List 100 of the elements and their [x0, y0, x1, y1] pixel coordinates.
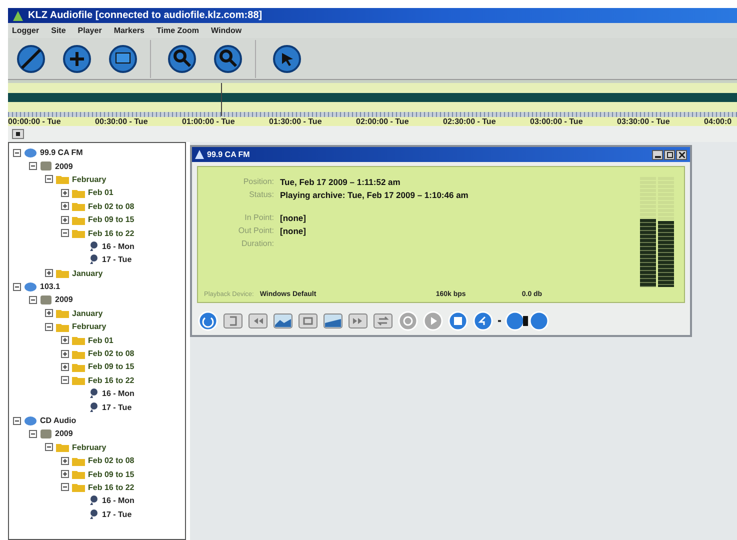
- monitor-icon[interactable]: [108, 44, 138, 74]
- tree-item[interactable]: 16 - Mon: [102, 242, 134, 251]
- tree-item[interactable]: Feb 09 to 15: [88, 470, 134, 479]
- menu-item[interactable]: Site: [51, 26, 66, 35]
- expand-toggle[interactable]: [13, 148, 21, 157]
- expand-toggle[interactable]: [61, 456, 69, 465]
- folder-icon: [72, 469, 85, 480]
- menu-item[interactable]: Markers: [114, 26, 144, 35]
- expand-toggle[interactable]: [61, 188, 69, 197]
- tree-item[interactable]: January: [72, 308, 103, 318]
- tree-item[interactable]: Feb 01: [88, 336, 114, 345]
- bracket-icon[interactable]: [223, 311, 243, 331]
- expand-toggle[interactable]: [61, 470, 69, 478]
- tree-item[interactable]: Feb 02 to 08: [88, 456, 134, 466]
- expand-toggle[interactable]: [29, 162, 37, 170]
- minus-icon: [30, 430, 36, 437]
- expand-toggle[interactable]: [45, 443, 53, 452]
- tree-item[interactable]: 2009: [55, 162, 73, 171]
- menu-item[interactable]: Logger: [12, 26, 40, 35]
- tree-item[interactable]: 103.1: [40, 282, 60, 292]
- timeline[interactable]: 00:00:00 - Tue 00:30:00 - Tue 01:00:00 - Tue 01:30:00 - Tue 02:00:00 - Tue 02:30:00 - Tue 03:00:00 - Tue 03:30:00 - Tue 04:00:0: [8, 80, 737, 126]
- expand-toggle[interactable]: [61, 229, 69, 238]
- expand-toggle[interactable]: [45, 175, 53, 184]
- tree-item[interactable]: Feb 16 to 22: [88, 228, 134, 238]
- pointer-icon[interactable]: [272, 44, 302, 74]
- plus-icon: [62, 337, 68, 344]
- folder-icon: [72, 335, 85, 346]
- menu-item[interactable]: Time Zoom: [156, 26, 200, 35]
- plus-icon: [62, 471, 68, 478]
- microphone-icon: [88, 388, 99, 400]
- tree-item[interactable]: January: [72, 268, 103, 278]
- expand-toggle[interactable]: [61, 202, 69, 210]
- tree-item[interactable]: Feb 01: [88, 188, 114, 198]
- tree-item[interactable]: 17 - Tue: [102, 510, 132, 519]
- expand-toggle[interactable]: [61, 376, 69, 384]
- minus-icon: [62, 230, 68, 236]
- stop-icon[interactable]: [448, 311, 468, 331]
- tree-item[interactable]: Feb 16 to 22: [88, 376, 134, 385]
- expand-toggle[interactable]: [29, 430, 37, 438]
- expand-toggle[interactable]: [45, 309, 53, 318]
- field-value: [none]: [280, 226, 307, 236]
- expand-toggle[interactable]: [61, 350, 69, 358]
- minus-icon: [62, 377, 68, 384]
- maximize-button[interactable]: [664, 150, 675, 160]
- rewind-icon[interactable]: [248, 311, 268, 331]
- tree-item[interactable]: 16 - Mon: [102, 389, 134, 398]
- field-value: Tue, Feb 17 2009 – 1:11:52 am: [280, 176, 402, 186]
- tree-item[interactable]: 16 - Mon: [102, 496, 134, 506]
- tree-item[interactable]: CD Audio: [40, 416, 76, 425]
- magnifier-icon[interactable]: [167, 44, 197, 74]
- expand-toggle[interactable]: [13, 416, 21, 424]
- close-button[interactable]: [676, 150, 687, 160]
- time-label: 03:30:00 - Tue: [617, 117, 671, 126]
- microphone-icon: [88, 402, 99, 413]
- app-icon: [195, 150, 204, 159]
- expand-toggle[interactable]: [13, 282, 21, 291]
- folder-icon: [72, 188, 85, 198]
- tree-item[interactable]: 2009: [55, 295, 73, 304]
- folder-icon: [56, 442, 69, 452]
- forward-icon[interactable]: [348, 311, 368, 331]
- expand-toggle[interactable]: [29, 296, 37, 304]
- tree-item[interactable]: February: [72, 442, 106, 452]
- maximize-icon: [666, 152, 672, 158]
- menu-item[interactable]: Window: [211, 26, 242, 35]
- time-label: 03:00:00 - Tue: [530, 117, 584, 126]
- tree-item[interactable]: 99.9 CA FM: [40, 148, 83, 158]
- microphone-icon: [88, 495, 99, 506]
- folder-icon: [56, 322, 69, 332]
- tree-item[interactable]: Feb 16 to 22: [88, 482, 134, 492]
- slash-icon[interactable]: [16, 44, 46, 74]
- field-value: [none]: [280, 212, 307, 222]
- expand-toggle[interactable]: [61, 362, 69, 371]
- power-icon[interactable]: [198, 311, 218, 331]
- expand-toggle[interactable]: [61, 483, 69, 492]
- tree-item[interactable]: February: [72, 174, 106, 184]
- expand-toggle[interactable]: [61, 336, 69, 344]
- tree-item[interactable]: February: [72, 322, 106, 332]
- minus-icon: [62, 484, 68, 490]
- tree-item[interactable]: Feb 09 to 15: [88, 362, 134, 372]
- tree-item[interactable]: Feb 02 to 08: [88, 202, 134, 211]
- tree-item[interactable]: 17 - Tue: [102, 255, 132, 264]
- folder-icon: [72, 362, 85, 372]
- tree-item[interactable]: 17 - Tue: [102, 402, 132, 412]
- folder-icon: [72, 201, 85, 212]
- magnifier-icon[interactable]: [213, 44, 243, 74]
- tree-item[interactable]: Feb 09 to 15: [88, 215, 134, 224]
- expand-toggle[interactable]: [45, 269, 53, 278]
- time-label: 01:00:00 - Tue: [182, 117, 236, 126]
- time-label: 04:00:0: [704, 117, 733, 126]
- menu-item[interactable]: Player: [78, 26, 102, 35]
- folder-icon: [56, 268, 69, 278]
- tree-item[interactable]: 2009: [55, 429, 73, 438]
- minimize-button[interactable]: [652, 150, 663, 160]
- scroll-button[interactable]: [12, 129, 24, 139]
- plus-icon: [46, 310, 52, 316]
- expand-toggle[interactable]: [45, 322, 53, 331]
- tree-item[interactable]: Feb 02 to 08: [88, 349, 134, 358]
- expand-toggle[interactable]: [61, 216, 69, 224]
- plus-icon: [62, 190, 68, 196]
- loop-icon[interactable]: [373, 311, 393, 331]
